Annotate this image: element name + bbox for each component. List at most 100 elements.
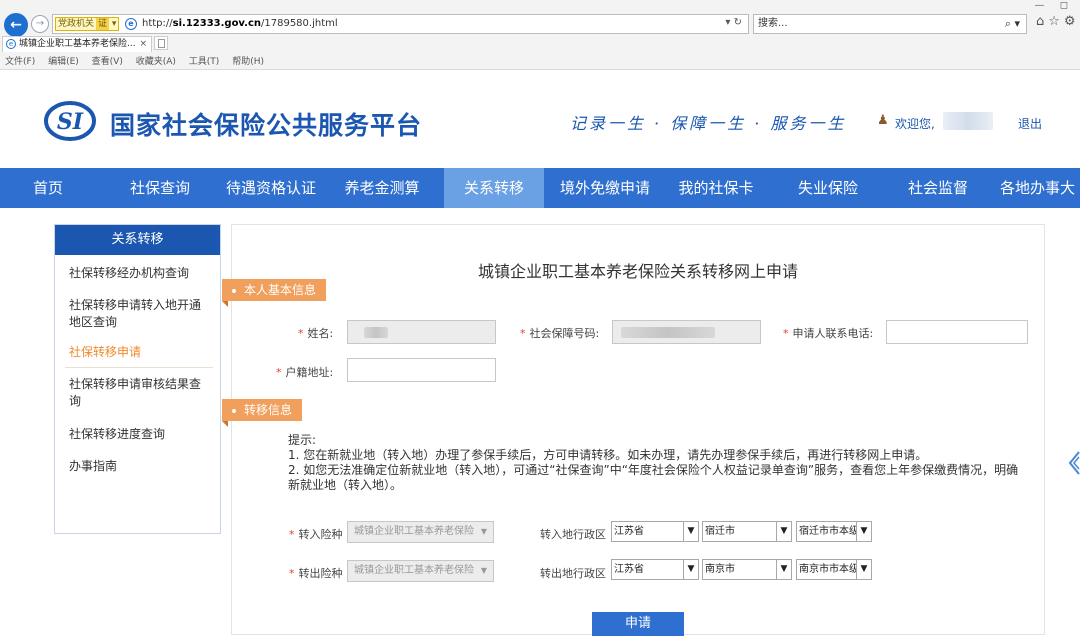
menu-favorites[interactable]: 收藏夹(A)	[136, 57, 176, 67]
menu-edit[interactable]: 编辑(E)	[48, 57, 79, 67]
chevron-down-icon: ▼	[776, 522, 791, 541]
bullet-icon	[232, 408, 236, 413]
menu-help[interactable]: 帮助(H)	[232, 57, 264, 67]
nav-qualification[interactable]: 待遇资格认证	[218, 168, 324, 208]
sidebar-item-transfer-apply[interactable]: 社保转移申请	[69, 344, 211, 361]
in-insurance-value: 城镇企业职工基本养老保险	[354, 526, 474, 537]
required-mark: *	[289, 567, 295, 580]
in-city-value: 宿迁市	[705, 526, 735, 537]
home-star-gear-icons[interactable]: ⌂☆⚙	[1036, 14, 1080, 29]
in-city-select[interactable]: 宿迁市 ▼	[702, 521, 792, 542]
required-mark: *	[298, 327, 304, 340]
window-controls[interactable]: — ◻	[1035, 0, 1074, 11]
nav-my-card[interactable]: 我的社保卡	[668, 168, 764, 208]
url-text[interactable]: http://si.12333.gov.cn/1789580.jhtml	[142, 17, 338, 31]
out-insurance-label-text: 转出险种	[298, 567, 343, 580]
in-district-select[interactable]: 宿迁市市本级 ▼	[796, 521, 872, 542]
sidebar-item-progress[interactable]: 社保转移进度查询	[69, 426, 211, 443]
menu-bar: 文件(F) 编辑(E) 查看(V) 收藏夹(A) 工具(T) 帮助(H)	[0, 55, 1080, 69]
site-badge-label: 党政机关	[58, 19, 95, 29]
cert-badge-icon: 证	[96, 18, 110, 30]
section-transfer-info: 转移信息	[222, 399, 303, 427]
browser-tab[interactable]: e 城镇企业职工基本养老保险... ×	[2, 36, 152, 52]
ssn-label: * 社会保障号码:	[520, 325, 599, 341]
in-insurance-label-text: 转入险种	[298, 528, 343, 541]
ssn-field[interactable]	[612, 320, 761, 344]
nav-home[interactable]: 首页	[0, 168, 96, 208]
chevron-down-icon: ▼	[856, 522, 871, 541]
out-city-select[interactable]: 南京市 ▼	[702, 559, 792, 580]
menu-file[interactable]: 文件(F)	[5, 57, 35, 67]
user-name-redacted	[943, 112, 993, 130]
tip-1: 1. 您在新就业地（转入地）办理了参保手续后，方可申请转移。如未办理，请先办理参…	[288, 448, 928, 462]
required-mark: *	[520, 327, 526, 340]
phone-field[interactable]	[886, 320, 1028, 344]
refresh-icon[interactable]: ▾ ↻	[725, 17, 742, 28]
hukou-field[interactable]	[347, 358, 496, 382]
menu-view[interactable]: 查看(V)	[92, 57, 123, 67]
nav-pension-calc[interactable]: 养老金测算	[334, 168, 430, 208]
name-field[interactable]	[347, 320, 496, 344]
tips-title: 提示:	[288, 433, 317, 447]
chevron-left-icon[interactable]	[1068, 450, 1080, 476]
sidebar-item-review-result[interactable]: 社保转移申请审核结果查询	[69, 376, 211, 410]
tag-fold	[222, 301, 228, 307]
close-icon[interactable]: ×	[139, 37, 147, 51]
hukou-label-text: 户籍地址:	[285, 366, 334, 379]
user-icon: ♟	[877, 113, 889, 128]
section-basic-info: 本人基本信息	[222, 279, 327, 307]
logout-link[interactable]: 退出	[1018, 115, 1042, 132]
nav-local-services[interactable]: 各地办事大	[1000, 168, 1080, 208]
out-province-value: 江苏省	[614, 564, 644, 575]
out-insurance-value: 城镇企业职工基本养老保险	[354, 565, 474, 576]
url-host: si.12333.gov.cn	[172, 18, 261, 29]
nav-overseas-exemption[interactable]: 境外免缴申请	[552, 168, 658, 208]
tag-fold	[222, 421, 228, 427]
nav-social-query[interactable]: 社保查询	[112, 168, 208, 208]
tips-block: 提示: 1. 您在新就业地（转入地）办理了参保手续后，方可申请转移。如未办理，请…	[288, 433, 1028, 493]
out-insurance-select[interactable]: 城镇企业职工基本养老保险 ▼	[347, 560, 494, 582]
menu-tools[interactable]: 工具(T)	[189, 57, 220, 67]
in-province-select[interactable]: 江苏省 ▼	[611, 521, 699, 542]
site-title[interactable]: 国家社会保险公共服务平台	[110, 106, 422, 142]
address-bar[interactable]: 党政机关证 ▾ e http://si.12333.gov.cn/1789580…	[52, 14, 749, 34]
sidebar-item-guide[interactable]: 办事指南	[69, 458, 211, 475]
browser-search-input[interactable]: 搜索... ⌕ ▾	[753, 14, 1027, 34]
url-path: /1789580.jhtml	[261, 18, 338, 29]
nav-transfer[interactable]: 关系转移	[444, 168, 544, 208]
phone-label: * 申请人联系电话:	[783, 325, 873, 341]
in-insurance-select[interactable]: 城镇企业职工基本养老保险 ▼	[347, 521, 494, 543]
nav-unemployment[interactable]: 失业保险	[780, 168, 876, 208]
slogan: 记录一生 · 保障一生 · 服务一生	[570, 114, 847, 133]
new-tab-button[interactable]	[154, 36, 168, 50]
back-arrow-icon[interactable]: ←	[4, 13, 28, 37]
forward-arrow-icon[interactable]: →	[31, 15, 49, 33]
ie-icon: e	[125, 18, 137, 30]
search-icon[interactable]: ⌕ ▾	[1005, 15, 1020, 33]
nav-supervision[interactable]: 社会监督	[890, 168, 986, 208]
required-mark: *	[276, 366, 282, 379]
section-basic-label: 本人基本信息	[244, 283, 317, 297]
hukou-label: * 户籍地址:	[276, 364, 333, 380]
chevron-down-icon: ▼	[683, 522, 698, 541]
submit-button[interactable]: 申请	[592, 612, 684, 636]
ssn-redacted	[621, 327, 715, 338]
browser-search-placeholder: 搜索...	[758, 18, 788, 29]
in-province-value: 江苏省	[614, 526, 644, 537]
section-transfer-label: 转移信息	[244, 403, 293, 417]
phone-label-text: 申请人联系电话:	[792, 327, 874, 340]
in-insurance-label: * 转入险种	[289, 526, 343, 542]
chevron-down-icon: ▼	[480, 566, 487, 575]
chevron-down-icon: ▼	[776, 560, 791, 579]
out-district-value: 南京市市本级	[799, 564, 859, 575]
name-redacted	[364, 327, 388, 338]
out-district-select[interactable]: 南京市市本级 ▼	[796, 559, 872, 580]
out-region-label: 转出地行政区	[540, 567, 606, 580]
in-district-value: 宿迁市市本级	[799, 526, 859, 537]
new-tab-icon	[158, 39, 165, 48]
out-province-select[interactable]: 江苏省 ▼	[611, 559, 699, 580]
bullet-icon	[232, 288, 236, 293]
sidebar-item-region-query[interactable]: 社保转移申请转入地开通地区查询	[69, 297, 211, 331]
sidebar-divider	[65, 367, 213, 368]
site-badge[interactable]: 党政机关证 ▾	[55, 17, 120, 31]
